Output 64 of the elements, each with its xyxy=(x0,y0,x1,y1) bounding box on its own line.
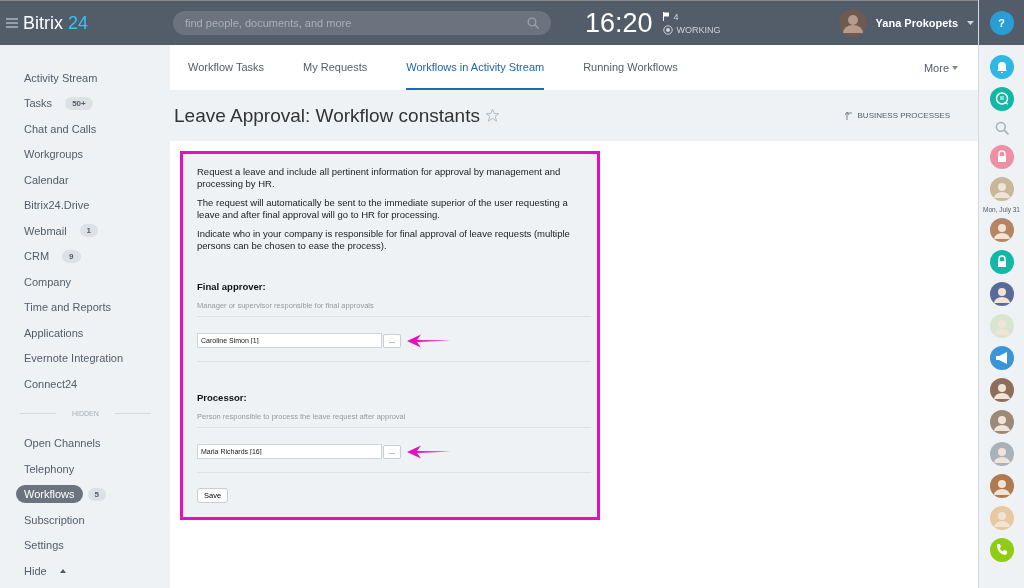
sidebar-item[interactable]: Webmail xyxy=(16,221,75,240)
sidebar-item[interactable]: Settings xyxy=(16,536,72,555)
caret-icon[interactable] xyxy=(952,65,958,70)
page-title: Leave Approval: Workflow constants xyxy=(174,104,480,127)
search-icon[interactable] xyxy=(994,121,1009,135)
count-badge: 1 xyxy=(79,224,99,238)
tab[interactable]: Workflows in Activity Stream xyxy=(406,45,545,90)
back-arrow-icon[interactable] xyxy=(844,111,853,120)
field-heading: Processor: xyxy=(197,392,248,403)
tab[interactable]: Running Workflows xyxy=(583,45,678,90)
sidebar-item[interactable]: Open Channels xyxy=(16,434,109,453)
count-badge: 9 xyxy=(62,249,81,263)
description-text: The request will automatically be sent to the immediate superior of the user requesting a leave and after final approval will go to HR for processing. xyxy=(197,197,569,220)
megaphone-icon[interactable] xyxy=(989,346,1014,370)
lock-icon[interactable] xyxy=(989,250,1014,274)
sidebar-item[interactable]: Workflows xyxy=(16,485,83,504)
record-icon xyxy=(662,24,673,35)
search-field[interactable]: find people, documents, and more xyxy=(173,11,551,35)
back-link[interactable]: BUSINESS PROCESSES xyxy=(844,111,950,120)
sidebar-item[interactable]: Company xyxy=(16,272,80,291)
sidebar-item[interactable]: Bitrix24.Drive xyxy=(16,196,98,215)
avatar-icon[interactable] xyxy=(989,474,1014,498)
avatar-icon[interactable] xyxy=(989,218,1014,242)
avatar-icon[interactable] xyxy=(989,442,1014,466)
sidebar-item[interactable]: Time and Reports xyxy=(16,298,120,317)
avatar-icon[interactable] xyxy=(989,282,1014,306)
sidebar-item[interactable]: Telephony xyxy=(16,459,83,478)
avatar-icon[interactable] xyxy=(989,410,1014,434)
lock-icon[interactable] xyxy=(989,145,1014,169)
user-avatar[interactable] xyxy=(838,9,867,37)
count-badge: 50+ xyxy=(65,96,93,110)
sidebar-item[interactable]: Tasks xyxy=(16,94,61,113)
hide-toggle[interactable]: Hide xyxy=(16,561,55,580)
description-text: Indicate who in your company is responsible for final approval of leave requests (multiple persons can be chosen to ease the process). xyxy=(197,228,571,251)
sidebar-item[interactable]: Evernote Integration xyxy=(16,349,132,368)
star-icon[interactable] xyxy=(484,108,500,123)
caret-icon[interactable] xyxy=(967,21,975,25)
tab[interactable]: My Requests xyxy=(303,45,368,90)
tab[interactable]: Workflow Tasks xyxy=(188,45,264,90)
description-text: Request a leave and include all pertinent information for approval by management and processing by HR. xyxy=(197,166,562,189)
logo[interactable]: Bitrix 24 xyxy=(23,12,89,34)
sidebar-item[interactable]: Subscription xyxy=(16,510,93,529)
flag-icon xyxy=(662,12,670,21)
phone-icon[interactable] xyxy=(989,538,1014,562)
user-name[interactable]: Yana Prokopets xyxy=(875,17,959,29)
sidebar-item[interactable]: CRM xyxy=(16,247,58,266)
more-menu[interactable]: More xyxy=(923,45,958,90)
sidebar-item[interactable]: Applications xyxy=(16,323,92,342)
sidebar-item[interactable]: Connect24 xyxy=(16,374,86,393)
clock-time[interactable]: 16:20 xyxy=(585,7,653,39)
chat-icon[interactable] xyxy=(989,87,1014,111)
work-status[interactable]: WORKING xyxy=(676,24,721,35)
avatar-icon[interactable] xyxy=(989,378,1014,402)
count-badge: 5 xyxy=(87,487,106,501)
sidebar-item[interactable]: Calendar xyxy=(16,170,77,189)
sidebar-item[interactable]: Chat and Calls xyxy=(16,119,105,138)
flag-count: 4 xyxy=(673,11,679,22)
field-heading: Final approver: xyxy=(197,281,267,292)
bell-icon[interactable] xyxy=(989,55,1014,79)
sidebar-item[interactable]: Workgroups xyxy=(16,145,92,164)
sidebar-item[interactable]: Activity Stream xyxy=(16,68,106,87)
search-icon[interactable] xyxy=(527,17,539,29)
menu-icon[interactable] xyxy=(6,18,18,28)
caret-icon[interactable] xyxy=(59,568,66,573)
